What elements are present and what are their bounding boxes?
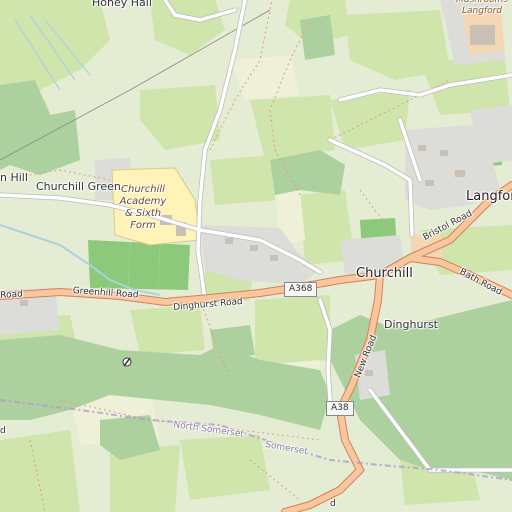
label-churchill: Churchill — [356, 266, 413, 281]
label-langford: Langford — [466, 189, 512, 204]
road-shield-a38: A38 — [326, 401, 354, 416]
map-canvas — [0, 0, 512, 512]
label-churchill-green: Churchill Green — [36, 180, 121, 193]
road-shield-a368: A368 — [284, 282, 318, 297]
label-mushrooms-langford: Mushrooms Langford — [455, 0, 509, 16]
label-churchill-academy: Churchill Academy & Sixth Form — [119, 184, 167, 231]
label-dinghurst: Dinghurst — [384, 318, 438, 331]
label-road-bottom: d — [330, 499, 336, 509]
label-honey-hall: Honey Hall — [92, 0, 152, 9]
label-edge-d: d — [0, 426, 6, 436]
map-viewport[interactable]: Honey Hall n Hill Churchill Green Church… — [0, 0, 512, 512]
viewpoint-icon[interactable] — [122, 357, 132, 367]
label-hill: n Hill — [0, 171, 28, 184]
label-road-left: Road — [0, 289, 24, 301]
